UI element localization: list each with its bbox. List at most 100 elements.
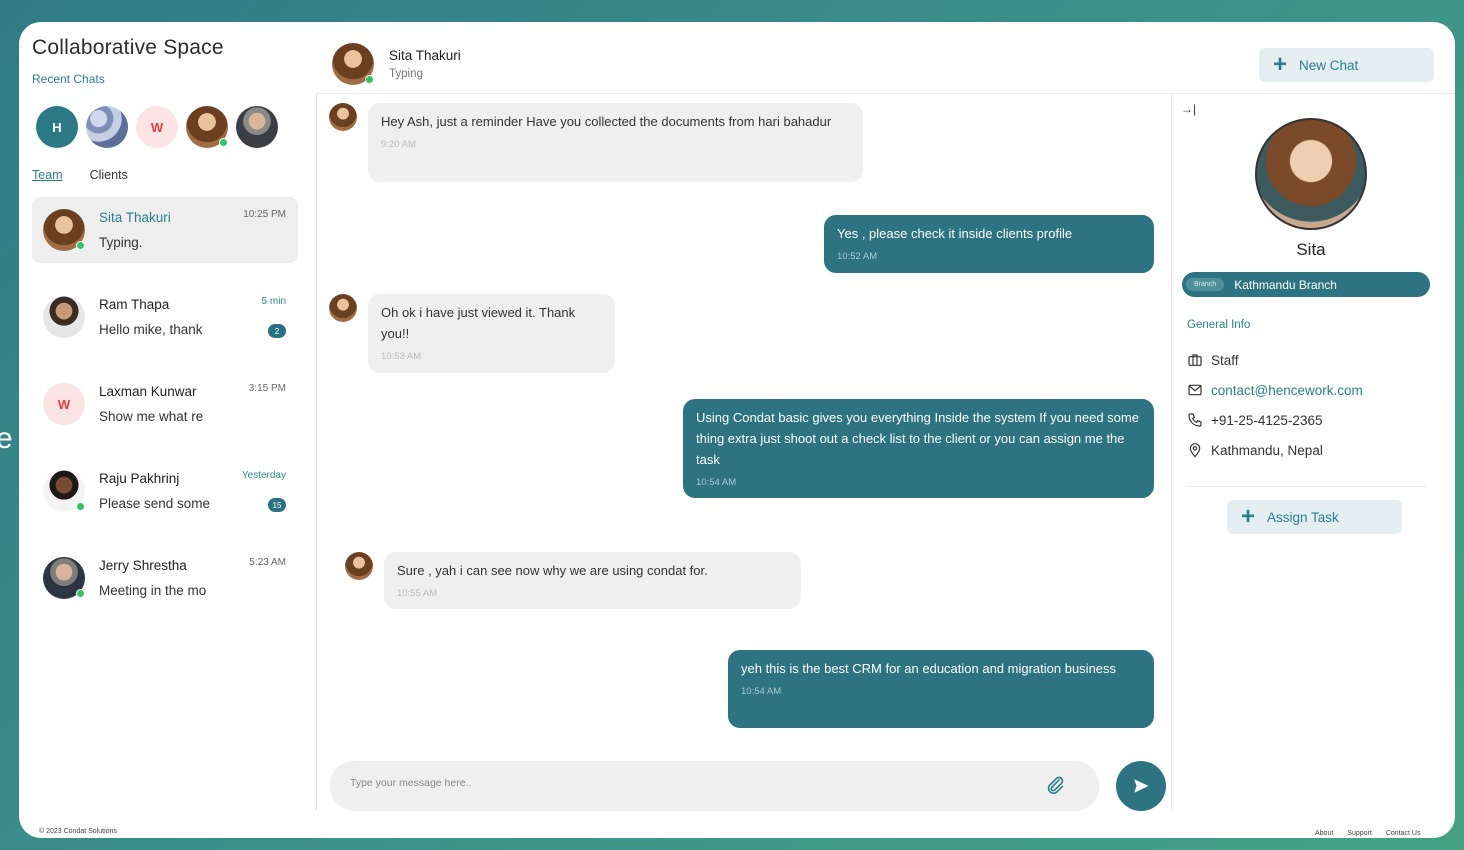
list-item[interactable]: W Laxman Kunwar Show me what re 3:15 PM xyxy=(32,371,298,458)
paperclip-icon[interactable] xyxy=(1044,774,1066,796)
divider xyxy=(316,94,317,810)
profile-name: Sita xyxy=(1296,240,1326,259)
contact-name: Ram Thapa xyxy=(99,297,170,312)
message-bubble-incoming: Oh ok i have just viewed it. Thank you!!… xyxy=(368,294,615,373)
footer-link-contact[interactable]: Contact Us xyxy=(1386,830,1421,837)
recent-chats-label: Recent Chats xyxy=(32,72,105,86)
message-text: Oh ok i have just viewed it. Thank you!! xyxy=(381,305,576,341)
copyright: © 2023 Condat Solutions xyxy=(39,828,117,835)
avatar[interactable]: W xyxy=(136,106,178,148)
assign-task-button[interactable]: + Assign Task xyxy=(1227,500,1402,534)
branch-tag: Branch xyxy=(1186,278,1225,291)
message-text: Using Condat basic gives you everything … xyxy=(696,410,1139,467)
footer-links: About Support Contact Us xyxy=(1315,830,1420,837)
app-title: Collaborative Space xyxy=(32,36,224,59)
phone-icon xyxy=(1188,413,1202,427)
sidebar: Collaborative Space Recent Chats H W Tea… xyxy=(19,22,317,838)
avatar xyxy=(43,209,85,251)
message-composer xyxy=(330,761,1099,811)
message-bubble-outgoing: Yes , please check it inside clients pro… xyxy=(824,215,1154,273)
app-window: Collaborative Space Recent Chats H W Tea… xyxy=(19,22,1455,838)
avatar: W xyxy=(43,383,85,425)
avatar xyxy=(43,296,85,338)
message-bubble-incoming: Hey Ash, just a reminder Have you collec… xyxy=(368,103,863,182)
message-time: 10:55 AM xyxy=(397,588,438,599)
message-time: 10:54 AM xyxy=(741,686,782,697)
timestamp: 5 min xyxy=(261,296,286,307)
background-text-fragment: e xyxy=(0,422,13,455)
new-chat-label: New Chat xyxy=(1299,57,1359,73)
avatar xyxy=(43,470,85,512)
message-preview: Please send some xyxy=(99,496,211,511)
recent-avatars: H W xyxy=(36,106,278,148)
plus-icon: + xyxy=(1241,503,1256,530)
timestamp: 3:15 PM xyxy=(248,383,286,394)
email-link[interactable]: contact@hencework.com xyxy=(1211,383,1363,398)
avatar-initial: W xyxy=(150,119,164,135)
online-indicator xyxy=(365,75,374,84)
message-bubble-incoming: Sure , yah i can see now why we are usin… xyxy=(384,552,801,609)
online-indicator xyxy=(219,138,228,147)
assign-task-label: Assign Task xyxy=(1267,509,1339,525)
message-text: Hey Ash, just a reminder Have you collec… xyxy=(381,114,832,129)
unread-badge: 2 xyxy=(268,324,286,338)
list-item[interactable]: Jerry Shrestha Meeting in the mo 5:23 AM xyxy=(32,545,298,632)
avatar-initial: H xyxy=(52,119,62,135)
send-icon xyxy=(1134,779,1149,793)
unread-badge: 15 xyxy=(268,498,286,512)
timestamp: 5:23 AM xyxy=(249,557,286,568)
avatar xyxy=(329,103,357,131)
avatar xyxy=(43,557,85,599)
avatar[interactable] xyxy=(332,43,374,85)
tab-team[interactable]: Team xyxy=(32,168,63,182)
info-location: Kathmandu, Nepal xyxy=(1187,442,1323,458)
message-preview: Hello mike, thank xyxy=(99,322,203,337)
location-text: Kathmandu, Nepal xyxy=(1211,442,1323,458)
contact-name: Jerry Shrestha xyxy=(99,558,187,573)
tab-clients[interactable]: Clients xyxy=(90,168,128,182)
phone-text: +91-25-4125-2365 xyxy=(1211,412,1323,428)
timestamp: Yesterday xyxy=(241,470,286,481)
online-indicator xyxy=(76,589,85,598)
footer-link-support[interactable]: Support xyxy=(1347,830,1372,837)
send-button[interactable] xyxy=(1116,761,1166,811)
location-pin-icon xyxy=(1189,443,1201,458)
message-text: Yes , please check it inside clients pro… xyxy=(837,226,1073,241)
message-time: 10:52 AM xyxy=(837,251,878,262)
new-chat-button[interactable]: + New Chat xyxy=(1259,48,1434,82)
contact-name: Laxman Kunwar xyxy=(99,384,197,399)
message-time: 10:53 AM xyxy=(381,351,422,362)
avatar[interactable] xyxy=(186,106,228,148)
chat-list: Sita Thakuri Typing. 10:25 PM Ram Thapa … xyxy=(32,197,298,632)
message-text: Sure , yah i can see now why we are usin… xyxy=(397,563,708,578)
avatar[interactable] xyxy=(236,106,278,148)
contact-name: Raju Pakhrinj xyxy=(99,471,180,486)
role-text: Staff xyxy=(1211,352,1239,368)
avatar xyxy=(329,294,357,322)
briefcase-icon xyxy=(1188,354,1202,366)
footer-link-about[interactable]: About xyxy=(1315,830,1333,837)
info-email: contact@hencework.com xyxy=(1187,382,1363,398)
online-indicator xyxy=(76,502,85,511)
timestamp: 10:25 PM xyxy=(243,209,286,220)
message-preview: Show me what re xyxy=(99,409,204,424)
chat-tabs: Team Clients xyxy=(32,168,128,182)
chat-header: Sita Thakuri Typing + New Chat xyxy=(317,22,1455,94)
collapse-panel-icon[interactable]: →| xyxy=(1181,102,1196,116)
message-bubble-outgoing: Using Condat basic gives you everything … xyxy=(683,399,1154,498)
list-item[interactable]: Ram Thapa Hello mike, thank 5 min 2 xyxy=(32,284,298,371)
message-text: yeh this is the best CRM for an educatio… xyxy=(741,661,1117,676)
avatar[interactable]: H xyxy=(36,106,78,148)
branch-pill: Branch Kathmandu Branch xyxy=(1182,272,1430,297)
list-item[interactable]: Raju Pakhrinj Please send some Yesterday… xyxy=(32,458,298,545)
mail-icon xyxy=(1188,384,1202,396)
avatar[interactable] xyxy=(86,106,128,148)
divider xyxy=(1171,94,1172,810)
branch-name: Kathmandu Branch xyxy=(1234,277,1337,292)
typing-status: Typing xyxy=(389,68,423,80)
message-input[interactable] xyxy=(350,777,1030,789)
contact-name: Sita Thakuri xyxy=(99,210,171,225)
message-preview: Meeting in the mo xyxy=(99,583,207,598)
list-item[interactable]: Sita Thakuri Typing. 10:25 PM xyxy=(32,197,298,263)
message-time: 10:54 AM xyxy=(696,477,737,488)
